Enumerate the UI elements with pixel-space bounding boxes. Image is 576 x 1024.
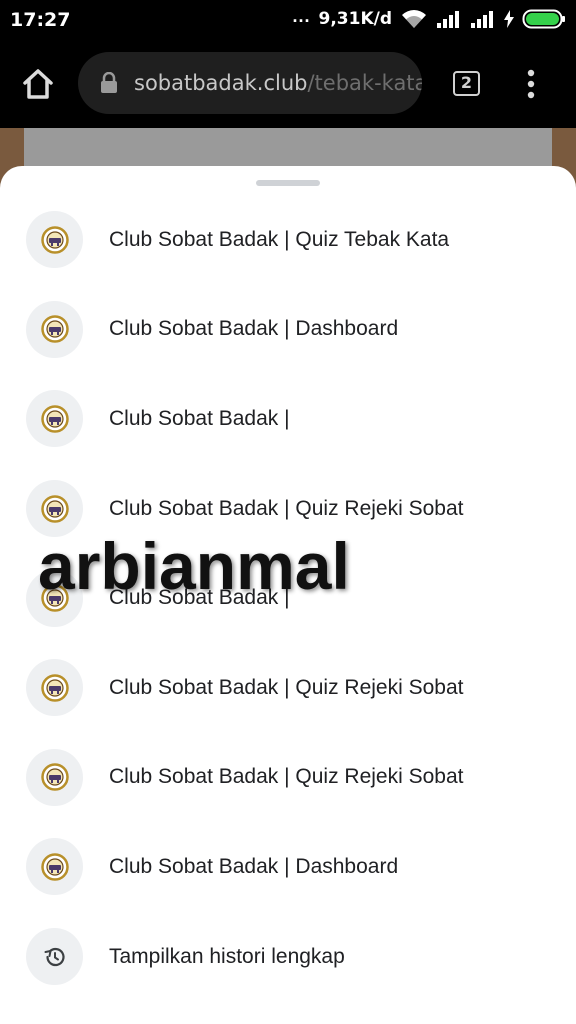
watermark-text: arbianmal — [38, 529, 350, 603]
full-history-button[interactable]: Tampilkan histori lengkap — [0, 912, 576, 1002]
status-time: 17:27 — [10, 9, 71, 31]
status-dots: ... — [292, 5, 311, 26]
status-bar: 17:27 ... 9,31K/d — [0, 0, 576, 38]
history-item-label: Club Sobat Badak | Quiz Rejeki Sobat — [109, 496, 464, 520]
network-speed: 9,31K/d — [318, 9, 393, 29]
history-item[interactable]: Club Sobat Badak | Quiz Tebak Kata — [0, 195, 576, 285]
history-item[interactable]: Club Sobat Badak | Quiz Rejeki Sobat — [0, 643, 576, 733]
url-text: sobatbadak.club/tebak-kata — [134, 71, 422, 95]
history-item[interactable]: Club Sobat Badak | Dashboard — [0, 285, 576, 375]
history-item-label: Club Sobat Badak | Dashboard — [109, 317, 399, 341]
battery-icon — [522, 9, 566, 29]
site-favicon-icon — [26, 659, 83, 717]
history-item-label: Club Sobat Badak | Quiz Rejeki Sobat — [109, 765, 464, 789]
site-favicon-icon — [26, 211, 83, 269]
site-favicon-icon — [26, 748, 83, 806]
tab-switcher-button[interactable]: 2 — [453, 71, 480, 96]
site-favicon-icon — [26, 300, 83, 358]
browser-toolbar: sobatbadak.club/tebak-kata 2 — [0, 38, 576, 128]
charging-icon — [504, 10, 514, 28]
wifi-icon — [400, 8, 428, 30]
site-favicon-icon — [26, 838, 83, 896]
url-bar[interactable]: sobatbadak.club/tebak-kata — [78, 52, 422, 114]
site-favicon-icon — [26, 390, 83, 448]
history-item-label: Club Sobat Badak | Dashboard — [109, 854, 399, 878]
history-item-label: Club Sobat Badak | Quiz Tebak Kata — [109, 227, 450, 251]
url-domain: sobatbadak.club — [134, 71, 308, 95]
history-item[interactable]: Club Sobat Badak | Quiz Rejeki Sobat — [0, 733, 576, 823]
more-menu-icon[interactable] — [520, 68, 542, 100]
url-path: /tebak-kata — [307, 71, 422, 95]
history-icon — [26, 928, 83, 986]
status-icons: ... 9,31K/d — [292, 6, 566, 32]
signal-2-icon — [470, 9, 496, 29]
lock-icon — [100, 71, 118, 94]
drag-handle[interactable] — [256, 180, 320, 186]
home-icon[interactable] — [20, 66, 56, 102]
history-item-label: Club Sobat Badak | Quiz Rejeki Sobat — [109, 675, 464, 699]
history-item[interactable]: Club Sobat Badak | Dashboard — [0, 822, 576, 912]
signal-1-icon — [436, 9, 462, 29]
full-history-label: Tampilkan histori lengkap — [109, 944, 345, 968]
history-item-label: Club Sobat Badak | — [109, 406, 290, 430]
history-item[interactable]: Club Sobat Badak | — [0, 374, 576, 464]
